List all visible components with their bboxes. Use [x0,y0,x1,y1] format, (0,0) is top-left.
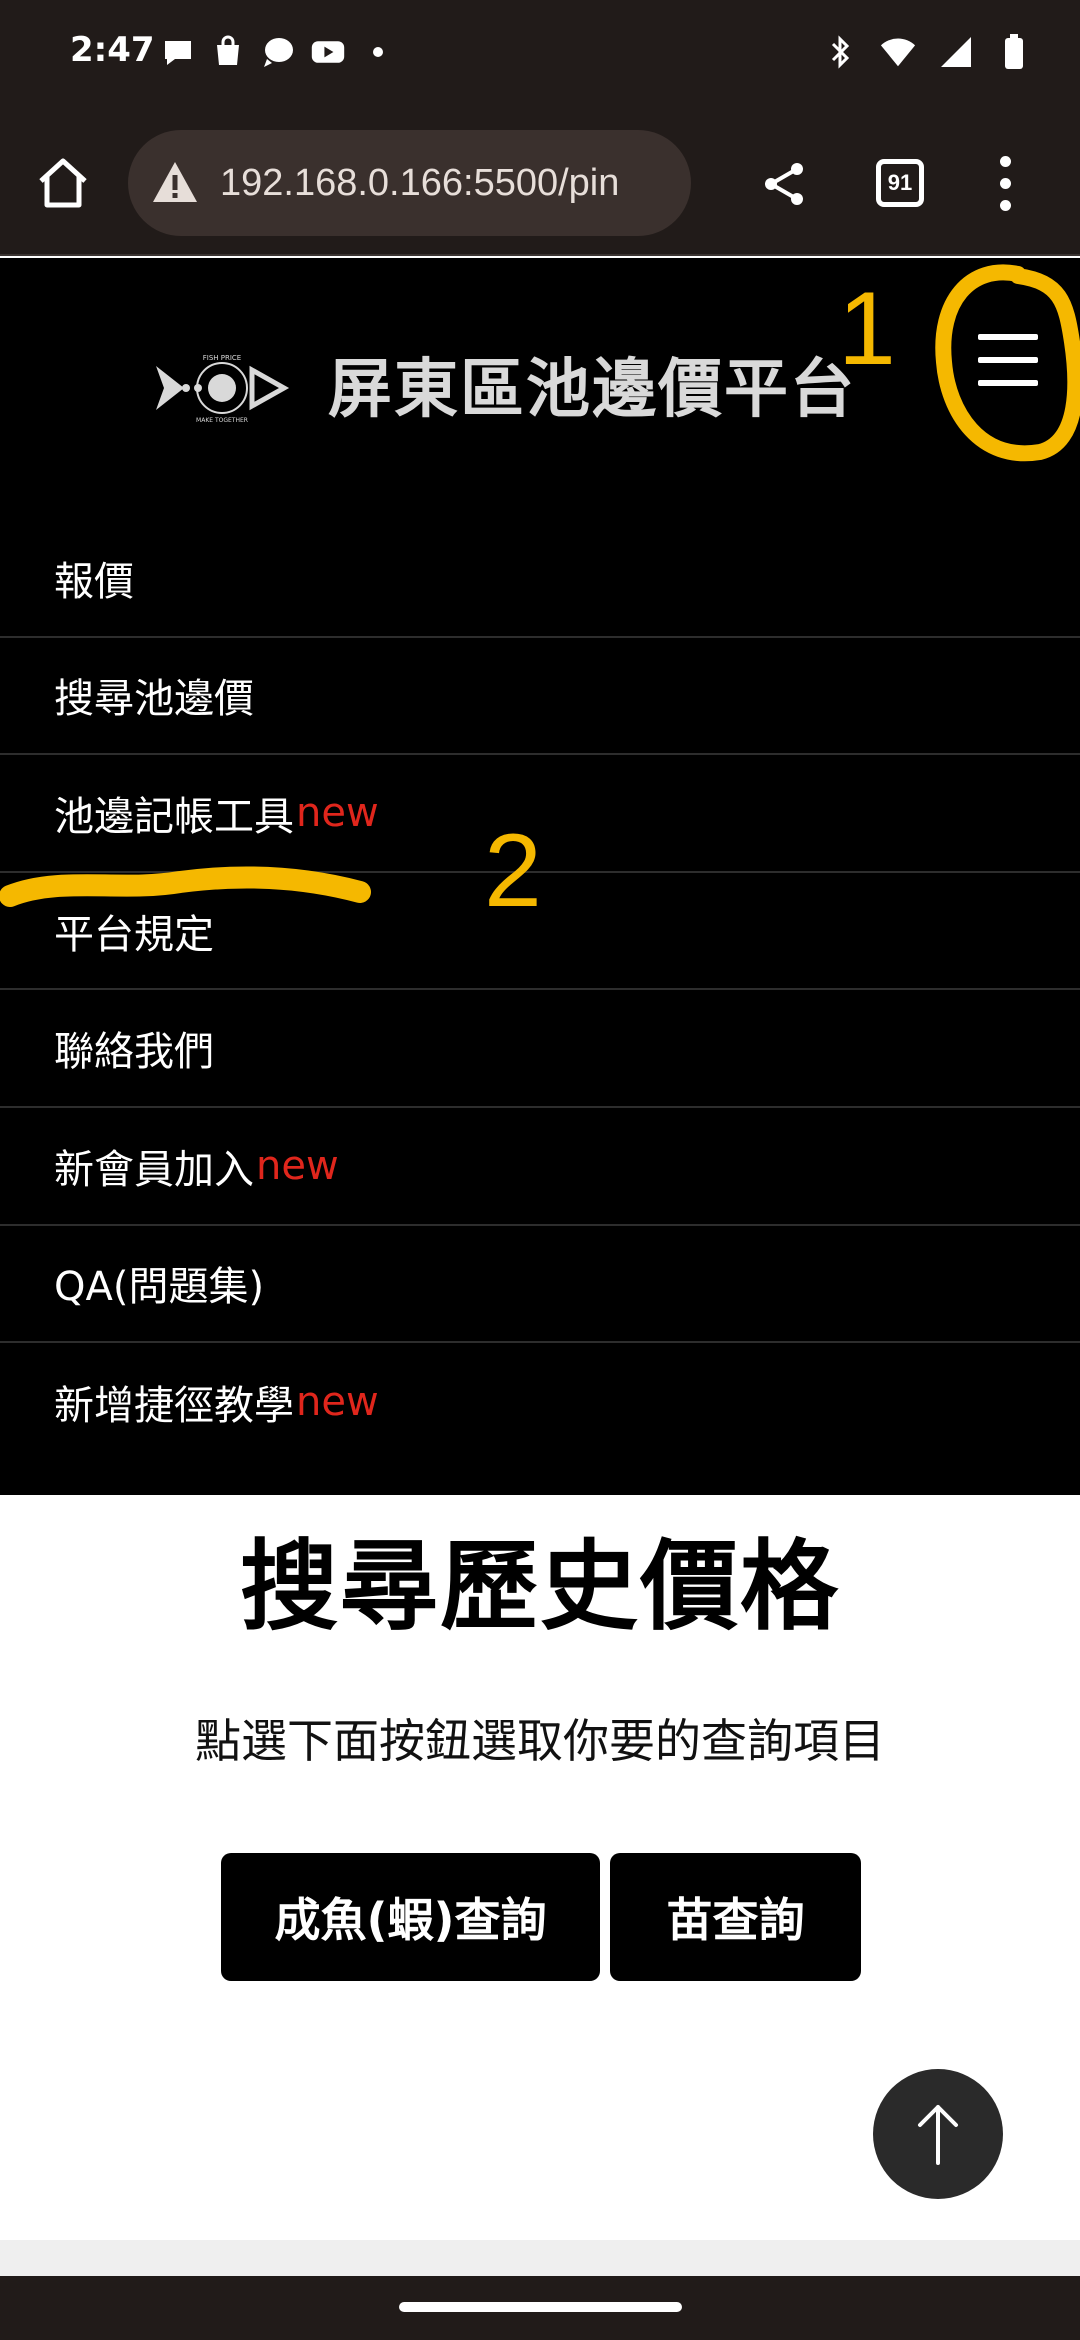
nav-item-contact[interactable]: 聯絡我們 [0,990,1080,1108]
screen: 2:47 192.168.0.166:5500/pin 91 FISH PRIC… [0,0,1080,2340]
share-icon [765,163,803,205]
gesture-handle[interactable] [399,2302,682,2312]
nav-item-qa[interactable]: QA(問題集) [0,1226,1080,1344]
system-icons [822,34,1032,70]
new-badge: new [296,789,379,836]
signal-icon [938,34,974,70]
hamburger-line [978,357,1038,363]
hamburger-line [978,334,1038,340]
menu-dot-icon [999,199,1011,211]
new-badge: new [256,1142,339,1189]
back-to-top-button[interactable] [873,2069,1003,2199]
menu-dot-icon [999,155,1011,167]
page-bottom [0,2240,1080,2276]
status-bar: 2:47 [0,0,1080,110]
arrow-up-icon [918,2105,958,2165]
nav-item-search-price[interactable]: 搜尋池邊價 [0,638,1080,756]
notification-icons [160,34,396,70]
fry-query-button[interactable]: 苗查詢 [610,1853,861,1981]
nav-menu: 報價 搜尋池邊價 池邊記帳工具 new 平台規定 聯絡我們 新會員加入 new QA… [0,520,1080,1495]
warning-icon [153,162,197,202]
nav-item-label: 新增捷徑教學 [54,1382,294,1429]
logo-text-top: FISH PRICE [203,354,241,362]
page-title: 搜尋歷史價格 [239,1530,840,1644]
site-header: FISH PRICE MAKE TOGETHER 屏東區池邊價平台 [0,258,1080,520]
share-button[interactable] [752,152,816,216]
url-bar[interactable]: 192.168.0.166:5500/pin [128,130,691,236]
nav-item-label: 報價 [54,558,134,605]
hamburger-line [978,380,1038,386]
adult-fish-query-button[interactable]: 成魚(蝦)查詢 [221,1853,600,1981]
menu-dot-icon [999,177,1011,189]
wifi-icon [880,34,916,70]
home-button[interactable] [30,150,96,216]
annotation-number-1: 1 [838,271,896,387]
nav-item-label: 聯絡我們 [54,1029,214,1076]
nav-item-label: 平台規定 [54,911,214,958]
nav-item-shortcut-tutorial[interactable]: 新增捷徑教學 new [0,1343,1080,1461]
hamburger-menu-button[interactable] [978,330,1038,390]
site-title: 屏東區池邊價平台 [328,353,856,427]
nav-item-join[interactable]: 新會員加入 new [0,1108,1080,1226]
nav-item-label: 新會員加入 [54,1146,254,1193]
logo-text-bottom: MAKE TOGETHER [196,417,248,424]
bluetooth-icon [822,34,858,70]
nav-item-quote[interactable]: 報價 [0,520,1080,638]
nav-item-label: 池邊記帳工具 [54,793,294,840]
dot-icon [360,34,396,70]
browser-menu-button[interactable] [990,150,1020,216]
battery-icon [996,34,1032,70]
nav-item-label: QA(問題集) [54,1264,265,1311]
youtube-icon [310,34,346,70]
url-text: 192.168.0.166:5500/pin [220,161,620,204]
fish-logo-icon: FISH PRICE MAKE TOGETHER [156,354,290,424]
main-content: 搜尋歷史價格 點選下面按鈕選取你要的查詢項目 成魚(蝦)查詢 苗查詢 [0,1495,1080,2240]
page-subtitle: 點選下面按鈕選取你要的查詢項目 [195,1714,885,1768]
home-icon [39,158,87,208]
shopping-bag-icon [210,34,246,70]
annotation-number-2: 2 [484,813,542,929]
system-nav-bar [0,2276,1080,2340]
browser-toolbar: 192.168.0.166:5500/pin 91 [0,110,1080,256]
chat-bubble-icon [160,34,196,70]
messenger-icon [260,34,296,70]
status-time: 2:47 [70,30,155,70]
nav-item-label: 搜尋池邊價 [54,676,254,723]
new-badge: new [296,1378,379,1425]
tab-switcher-button[interactable]: 91 [876,159,924,207]
